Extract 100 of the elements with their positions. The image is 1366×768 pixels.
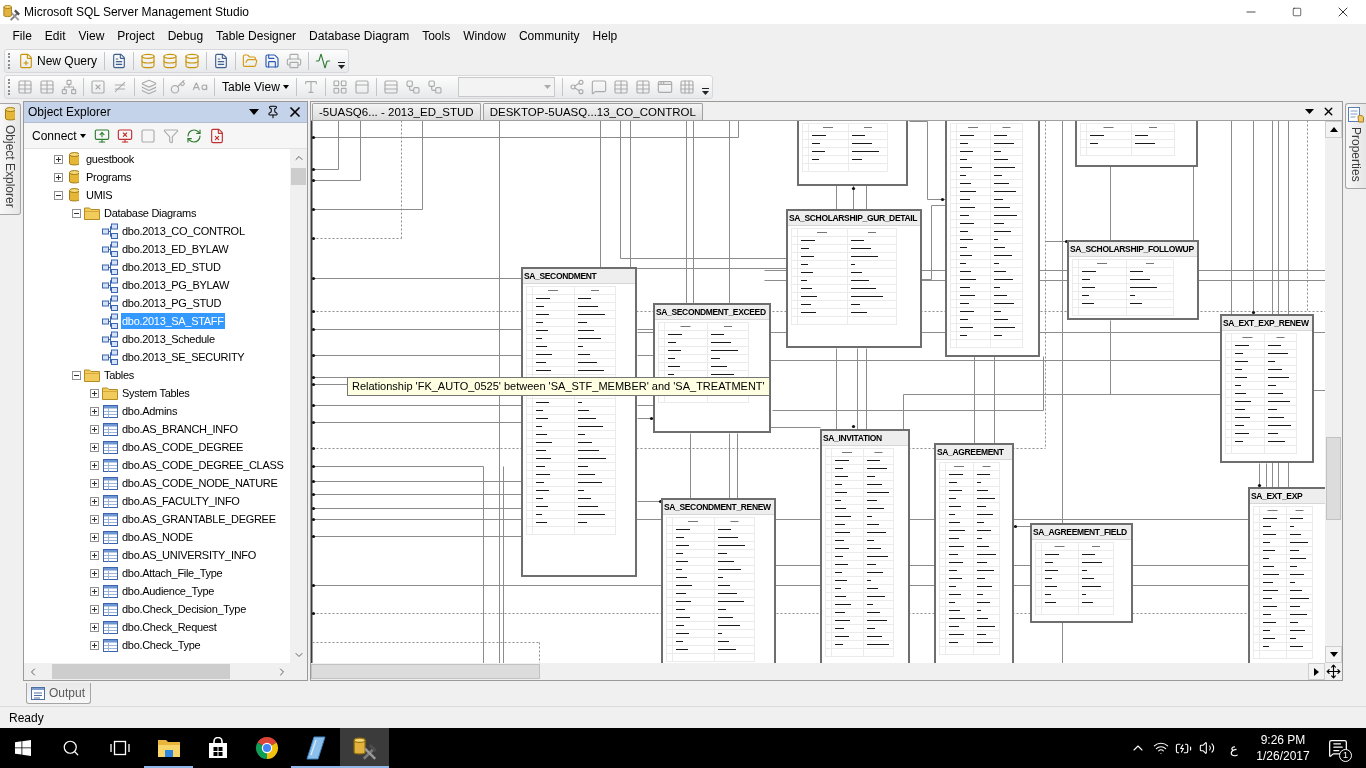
plus-box-icon[interactable] (89, 622, 99, 632)
menu-item[interactable]: Help (586, 26, 624, 46)
plus-box-icon[interactable] (89, 640, 99, 650)
tree-item[interactable]: dbo.AS_BRANCH_INFO (121, 421, 239, 437)
close-icon[interactable] (287, 104, 303, 120)
tree-item[interactable]: dbo.Check_Type (121, 637, 202, 653)
toolbar-grip[interactable] (8, 53, 11, 69)
plus-box-icon[interactable] (53, 172, 63, 182)
tree-item[interactable]: Database Diagrams (103, 205, 198, 221)
tree-item[interactable]: dbo.Audience_Type (121, 583, 216, 599)
triangle-right-icon[interactable] (1314, 667, 1319, 676)
plus-box-icon[interactable] (89, 550, 99, 560)
tree-item[interactable]: System Tables (121, 385, 191, 401)
tree-item[interactable]: dbo.2013_PG_STUD (121, 295, 223, 311)
tree-item[interactable]: dbo.AS_CODE_DEGREE (121, 439, 245, 455)
tree-item[interactable]: dbo.2013_SE_SECURITY (121, 349, 246, 365)
tree-item[interactable]: dbo.2013_ED_STUD (121, 259, 222, 275)
minus-box-icon[interactable] (53, 190, 63, 200)
tree-item[interactable]: dbo.2013_CO_CONTROL (121, 223, 246, 239)
tree-item[interactable]: Tables (103, 367, 135, 383)
menu-item[interactable]: Edit (38, 26, 73, 46)
document-icon[interactable] (213, 53, 230, 69)
vertical-scrollbar[interactable] (290, 149, 307, 663)
caret-down-icon[interactable] (282, 85, 289, 89)
plus-box-icon[interactable] (89, 442, 99, 452)
menu-item[interactable]: View (72, 26, 111, 46)
output-tab[interactable]: Output (26, 683, 92, 704)
overflow-caret-icon[interactable] (701, 88, 709, 95)
connect-button[interactable]: Connect (28, 124, 90, 147)
plus-box-icon[interactable] (89, 478, 99, 488)
toolbar-grip[interactable] (8, 79, 11, 95)
caret-down-icon[interactable] (79, 133, 86, 138)
triangle-up-icon[interactable] (1329, 127, 1338, 132)
plus-box-icon[interactable] (89, 514, 99, 524)
pin-icon[interactable] (266, 105, 280, 119)
database-icon[interactable] (184, 53, 201, 69)
side-tab[interactable]: Object Explorer (0, 103, 21, 215)
language-indicator[interactable]: ع (1218, 728, 1250, 768)
tree-item[interactable]: dbo.2013_PG_BYLAW (121, 277, 230, 293)
plus-box-icon[interactable] (89, 568, 99, 578)
plus-box-icon[interactable] (53, 154, 63, 164)
clock-button[interactable]: 9:26 PM 1/26/2017 (1250, 728, 1316, 768)
tree-item[interactable]: dbo.AS_GRANTABLE_DEGREE (121, 511, 277, 527)
document-icon[interactable] (111, 53, 128, 69)
caret-down-icon[interactable] (1305, 108, 1314, 114)
tree-item[interactable]: Programs (85, 169, 133, 185)
new-query-button[interactable]: New Query (14, 50, 102, 72)
menu-item[interactable]: Database Diagram (302, 26, 416, 46)
move-icon[interactable] (1326, 664, 1341, 679)
vertical-scrollbar[interactable] (1325, 121, 1342, 663)
save-icon[interactable] (264, 53, 281, 69)
refresh-icon[interactable] (185, 127, 202, 144)
scroll-right-button[interactable] (1308, 663, 1325, 680)
triangle-down-icon[interactable] (1329, 652, 1338, 657)
tree-item[interactable]: dbo.Admins (121, 403, 179, 419)
tree-item[interactable]: dbo.AS_FACULTY_INFO (121, 493, 241, 509)
file-x-icon[interactable] (208, 127, 225, 144)
scroll-down-button[interactable] (1325, 646, 1342, 663)
tree-item[interactable]: dbo.2013_ED_BYLAW (121, 241, 230, 257)
tree-item[interactable]: dbo.AS_CODE_NODE_NATURE (121, 475, 279, 491)
tree-item[interactable]: dbo.Attach_File_Type (121, 565, 224, 581)
menu-item[interactable]: File (6, 26, 39, 46)
scrollbar-thumb[interactable] (1326, 437, 1341, 520)
tree-item[interactable]: dbo.Check_Request (121, 619, 218, 635)
wifi-icon[interactable] (1152, 740, 1169, 756)
scrollbar-thumb[interactable] (311, 664, 540, 679)
caret-down-icon[interactable] (249, 109, 259, 115)
scrollbar-thumb[interactable] (52, 664, 230, 679)
minus-box-icon[interactable] (71, 208, 81, 218)
tree-item[interactable]: dbo.AS_NODE (121, 529, 194, 545)
document-tab[interactable]: DESKTOP-5UASQ...13_CO_CONTROL (482, 103, 703, 120)
plus-box-icon[interactable] (89, 604, 99, 614)
maximize-icon[interactable] (1292, 7, 1302, 17)
scroll-up-button[interactable] (1325, 121, 1342, 138)
plus-box-icon[interactable] (89, 388, 99, 398)
minus-box-icon[interactable] (71, 370, 81, 380)
tree-item[interactable]: dbo.AS_UNIVERSITY_INFO (121, 547, 257, 563)
plus-box-icon[interactable] (89, 460, 99, 470)
monitor-arrow-icon[interactable] (93, 127, 110, 144)
database-icon[interactable] (140, 53, 157, 69)
menu-item[interactable]: Project (110, 26, 162, 46)
scrollbar-thumb[interactable] (291, 168, 306, 185)
plus-box-icon[interactable] (89, 586, 99, 596)
taskbar-button[interactable] (340, 728, 389, 768)
volume-icon[interactable] (1198, 740, 1215, 756)
chart-icon[interactable] (315, 53, 332, 69)
database-icon[interactable] (162, 53, 179, 69)
monitor-x-icon[interactable] (116, 127, 133, 144)
tree-item[interactable]: UMIS (85, 187, 114, 203)
side-tab[interactable]: Properties (1345, 103, 1366, 189)
menu-item[interactable]: Debug (161, 26, 210, 46)
tree-item[interactable]: guestbook (85, 151, 136, 167)
overflow-caret-icon[interactable] (338, 62, 346, 69)
tree-item[interactable]: dbo.Check_Decision_Type (121, 601, 247, 617)
plus-box-icon[interactable] (89, 532, 99, 542)
tree-item[interactable]: dbo.2013_Schedule (121, 331, 216, 347)
document-tab[interactable]: -5UASQ6... - 2013_ED_STUD (312, 103, 481, 120)
tree-item[interactable]: dbo.AS_CODE_DEGREE_CLASS (121, 457, 285, 473)
plus-box-icon[interactable] (89, 496, 99, 506)
dropdown-button[interactable]: Table View (218, 76, 293, 98)
